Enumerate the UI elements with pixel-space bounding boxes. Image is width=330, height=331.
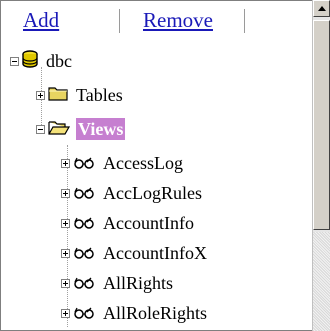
scrollbar-track[interactable] bbox=[313, 232, 330, 331]
expand-icon[interactable] bbox=[61, 278, 70, 288]
tree-node-label: AccountInfo bbox=[103, 213, 194, 233]
add-link[interactable]: Add bbox=[23, 8, 59, 32]
tree-node-label: AllRights bbox=[103, 273, 174, 293]
tree-node-label: Views bbox=[76, 118, 126, 140]
database-icon bbox=[22, 49, 38, 73]
tree-node-label: dbc bbox=[46, 51, 72, 71]
glasses-icon bbox=[73, 213, 95, 234]
folder-closed-icon bbox=[48, 85, 68, 106]
toolbar: Add Remove bbox=[7, 5, 307, 35]
collapse-icon[interactable] bbox=[36, 124, 45, 134]
tree-node-label: Tables bbox=[76, 85, 123, 105]
tree-node-view[interactable]: AllRoleRights bbox=[61, 297, 209, 329]
tree-node-label: AccountInfoX bbox=[103, 243, 207, 263]
tree-view: dbc Tables Views AccessLog AccLogRules A… bbox=[1, 45, 311, 330]
expand-icon[interactable] bbox=[61, 308, 70, 318]
toolbar-separator bbox=[119, 9, 120, 33]
vertical-scrollbar[interactable] bbox=[312, 0, 330, 331]
glasses-icon bbox=[73, 153, 95, 174]
scrollbar-thumb[interactable] bbox=[313, 20, 330, 230]
tree-node-label: AccessLog bbox=[103, 153, 183, 173]
expand-icon[interactable] bbox=[61, 158, 70, 168]
tree-node-tables[interactable]: Tables bbox=[36, 79, 125, 111]
tree-node-label: AccLogRules bbox=[103, 183, 202, 203]
tree-node-label: AllRoleRights bbox=[103, 303, 208, 323]
expand-icon[interactable] bbox=[61, 218, 70, 228]
tree-node-views[interactable]: Views bbox=[36, 113, 126, 145]
tree-node-view[interactable]: AccLogRules bbox=[61, 177, 204, 209]
tree-node-view[interactable]: AccountInfoX bbox=[61, 237, 209, 269]
tree-node-view[interactable]: AccountInfo bbox=[61, 207, 196, 239]
tree-node-view[interactable]: AllRights bbox=[61, 267, 175, 299]
folder-open-icon bbox=[48, 119, 71, 140]
expand-icon[interactable] bbox=[61, 248, 70, 258]
expand-icon[interactable] bbox=[61, 188, 70, 198]
glasses-icon bbox=[73, 303, 95, 324]
glasses-icon bbox=[73, 183, 95, 204]
glasses-icon bbox=[73, 243, 95, 264]
glasses-icon bbox=[73, 273, 95, 294]
tree-node-dbc[interactable]: dbc bbox=[10, 45, 74, 77]
remove-link[interactable]: Remove bbox=[143, 8, 213, 32]
tree-node-view[interactable]: AccessLog bbox=[61, 147, 185, 179]
expand-icon[interactable] bbox=[36, 90, 45, 100]
tree-panel: Add Remove dbc Tables Views AccessLog Ac… bbox=[0, 0, 330, 331]
collapse-icon[interactable] bbox=[10, 56, 19, 66]
scroll-up-arrow-icon[interactable] bbox=[313, 0, 330, 17]
toolbar-separator bbox=[244, 9, 245, 33]
